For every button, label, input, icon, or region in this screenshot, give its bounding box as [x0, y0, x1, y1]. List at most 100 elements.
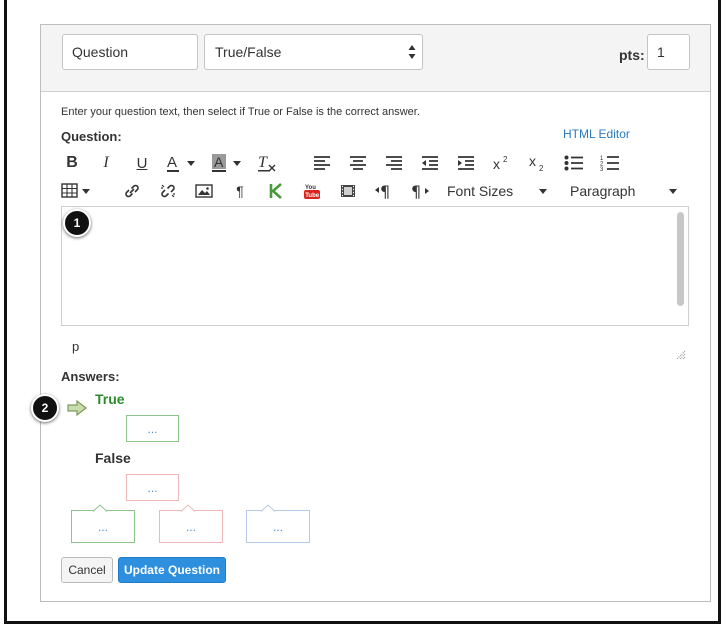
html-editor-link[interactable]: HTML Editor — [563, 127, 630, 141]
clear-formatting-button[interactable]: T — [255, 151, 279, 175]
incorrect-comment-pointer — [181, 504, 195, 512]
clear-formatting-icon: T — [258, 154, 276, 172]
font-sizes-label: Font Sizes — [447, 183, 514, 199]
indent-button[interactable] — [455, 151, 477, 175]
svg-text:2: 2 — [539, 164, 544, 173]
paragraph-format-dropdown[interactable]: Paragraph — [570, 179, 685, 203]
italic-button[interactable]: I — [95, 151, 117, 175]
incorrect-comment-text: ... — [185, 519, 196, 534]
callout-badge-1: 1 — [63, 209, 91, 237]
question-editor-panel: Question True/False pts: 1 Enter your qu… — [40, 24, 711, 602]
paragraph-mark-button[interactable]: ¶ — [229, 179, 251, 203]
editor-path-indicator: p — [72, 339, 80, 354]
svg-text:A: A — [214, 154, 224, 170]
ltr-icon: ¶ — [375, 182, 390, 200]
image-icon — [195, 184, 213, 198]
link-button[interactable] — [121, 179, 143, 203]
align-right-icon — [386, 156, 402, 170]
underline-button[interactable]: U — [131, 151, 153, 175]
bold-button[interactable]: B — [61, 151, 83, 175]
background-color-button[interactable]: A — [211, 151, 245, 175]
svg-text:Tube: Tube — [305, 193, 320, 199]
subscript-icon: x2 — [529, 153, 544, 173]
text-color-icon: A — [167, 154, 195, 172]
align-left-icon — [314, 156, 330, 170]
subscript-button[interactable]: x2 — [527, 151, 549, 175]
outdent-icon — [422, 156, 438, 170]
neutral-comment-button[interactable]: ... — [246, 510, 310, 543]
svg-text:T: T — [258, 154, 268, 171]
editor-toolbar-row-1: B I U A A T x 2 x 2 1 2 3 — [61, 151, 691, 177]
paragraph-format-caret-icon — [669, 188, 678, 194]
svg-text:x: x — [493, 156, 500, 172]
unlink-button[interactable] — [157, 179, 179, 203]
font-sizes-dropdown[interactable]: Font Sizes — [447, 179, 557, 203]
media-button[interactable] — [337, 179, 359, 203]
callout-badge-2: 2 — [31, 394, 59, 422]
question-type-value: True/False — [215, 44, 282, 60]
answer-true[interactable]: True — [95, 391, 125, 407]
question-instructions: Enter your question text, then select if… — [61, 106, 420, 118]
unlink-icon — [161, 184, 175, 198]
question-title-input[interactable]: Question — [62, 34, 198, 70]
youtube-icon: You Tube — [304, 185, 320, 199]
svg-text:¶: ¶ — [380, 182, 390, 200]
neutral-comment-text: ... — [272, 519, 283, 534]
bullet-list-icon — [564, 155, 583, 171]
points-input[interactable]: 1 — [647, 34, 690, 70]
table-icon — [61, 183, 90, 198]
kaltura-button[interactable] — [265, 179, 287, 203]
font-sizes-caret-icon — [539, 188, 548, 194]
numbered-list-button[interactable]: 123 — [599, 151, 621, 175]
indent-icon — [458, 156, 474, 170]
paragraph-format-label: Paragraph — [570, 183, 636, 199]
align-left-button[interactable] — [311, 151, 333, 175]
align-center-button[interactable] — [347, 151, 369, 175]
ltr-direction-button[interactable]: ¶ — [373, 179, 395, 203]
correct-answer-arrow-icon — [67, 400, 87, 416]
points-label: pts: — [619, 47, 645, 63]
editor-scrollbar-thumb[interactable] — [677, 212, 684, 306]
svg-text:x: x — [529, 153, 536, 169]
correct-comment-button[interactable]: ... — [71, 510, 135, 543]
youtube-button[interactable]: You Tube — [301, 179, 323, 203]
numbered-list-icon: 123 — [600, 156, 619, 172]
question-type-select[interactable]: True/False — [204, 34, 423, 70]
false-answer-comment-button[interactable]: ... — [126, 474, 179, 501]
svg-text:¶: ¶ — [411, 182, 421, 200]
rtl-icon: ¶ — [411, 182, 429, 200]
film-icon — [341, 185, 355, 197]
table-button[interactable] — [61, 179, 95, 203]
question-text-editor[interactable] — [61, 206, 689, 326]
outdent-button[interactable] — [419, 151, 441, 175]
align-center-icon — [350, 156, 366, 170]
image-button[interactable] — [193, 179, 215, 203]
correct-comment-pointer — [93, 504, 107, 512]
answer-false[interactable]: False — [95, 450, 131, 466]
svg-text:A: A — [167, 154, 177, 171]
cancel-button[interactable]: Cancel — [61, 557, 113, 583]
editor-scrollbar[interactable] — [677, 209, 686, 323]
superscript-icon: x2 — [493, 155, 508, 172]
resize-grip-icon[interactable] — [676, 350, 686, 360]
select-arrows-icon — [408, 45, 416, 59]
background-color-icon: A — [212, 154, 241, 172]
question-header: Question True/False pts: 1 — [41, 25, 710, 92]
window-frame: Question True/False pts: 1 Enter your qu… — [4, 0, 721, 624]
update-question-button[interactable]: Update Question — [118, 557, 226, 583]
rtl-direction-button[interactable]: ¶ — [409, 179, 431, 203]
svg-text:2: 2 — [503, 155, 508, 164]
svg-text:3: 3 — [600, 167, 604, 172]
true-answer-comment-button[interactable]: ... — [126, 415, 179, 442]
question-label: Question: — [61, 129, 122, 144]
incorrect-comment-button[interactable]: ... — [159, 510, 223, 543]
align-right-button[interactable] — [383, 151, 405, 175]
superscript-button[interactable]: x2 — [491, 151, 513, 175]
text-color-button[interactable]: A — [165, 151, 199, 175]
bullet-list-button[interactable] — [563, 151, 585, 175]
answers-label: Answers: — [61, 369, 120, 384]
neutral-comment-pointer — [261, 504, 275, 512]
editor-toolbar-row-2: ¶ You Tube ¶ ¶ Font Sizes Paragraph — [61, 179, 691, 205]
correct-comment-text: ... — [97, 519, 108, 534]
kaltura-icon — [269, 183, 282, 199]
